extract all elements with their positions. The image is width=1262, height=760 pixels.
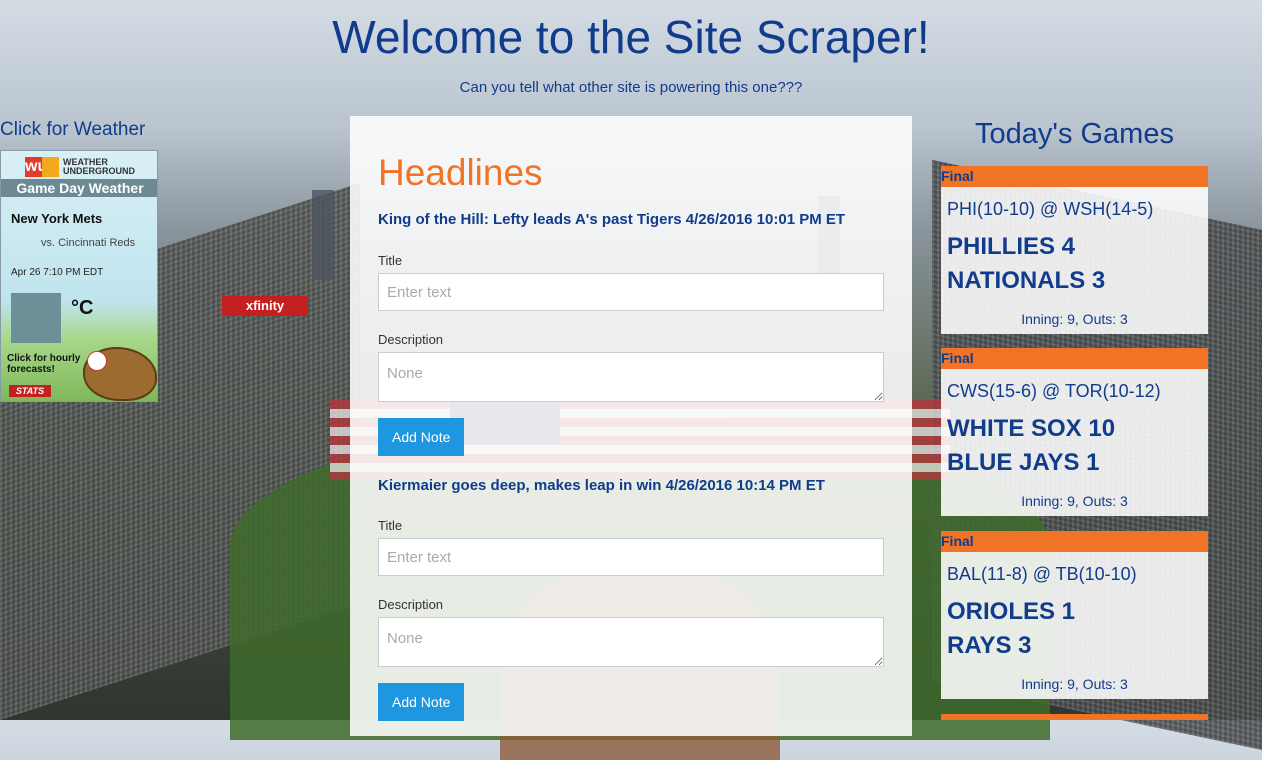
game-matchup: BAL(11-8) @ TB(10-10) <box>947 564 1137 584</box>
away-team-score: ORIOLES 1 <box>947 598 1076 625</box>
add-note-button[interactable]: Add Note <box>378 418 465 456</box>
wu-logo-letters: wu <box>25 157 48 177</box>
game-inning: Inning: 9, Outs: 3 <box>1021 676 1128 692</box>
title-input[interactable] <box>378 273 884 311</box>
game-card: Final PHI(10-10) @ WSH(14-5) PHILLIES 4 … <box>941 166 1208 348</box>
weather-underground-logo: wu WEATHER UNDERGROUND <box>25 157 135 177</box>
away-team-score: PHILLIES 4 <box>947 233 1076 260</box>
description-textarea[interactable] <box>378 617 884 667</box>
article-headline[interactable]: King of the Hill: Lefty leads A's past T… <box>378 211 886 228</box>
game-status: Final <box>941 166 1208 187</box>
home-team-score: NATIONALS 3 <box>947 267 1106 294</box>
game-status: Final <box>941 348 1208 369</box>
light-tower-left <box>312 190 334 280</box>
game-card: Final CWS(15-6) @ TOR(10-12) WHITE SOX 1… <box>941 348 1208 530</box>
game-card: Final BAL(11-8) @ TB(10-10) ORIOLES 1 RA… <box>941 531 1208 713</box>
weather-link[interactable]: Click for Weather <box>0 119 145 141</box>
description-label: Description <box>378 597 444 612</box>
article-2: Kiermaier goes deep, makes leap in win 4… <box>378 477 886 721</box>
headlines-heading: Headlines <box>378 152 543 193</box>
weather-widget[interactable]: wu WEATHER UNDERGROUND Game Day Weather … <box>0 150 158 402</box>
todays-games-heading: Today's Games <box>975 118 1174 150</box>
game-matchup: PHI(10-10) @ WSH(14-5) <box>947 199 1154 219</box>
wu-logo-icon: wu <box>25 157 59 177</box>
hourly-forecast-link[interactable]: Click for hourly forecasts! <box>7 353 87 375</box>
add-note-button[interactable]: Add Note <box>378 683 465 721</box>
description-label: Description <box>378 332 444 347</box>
game-matchup: CWS(15-6) @ TOR(10-12) <box>947 381 1161 401</box>
xfinity-sign: xfinity <box>222 296 308 316</box>
next-game-status-peek <box>941 714 1208 720</box>
article-headline[interactable]: Kiermaier goes deep, makes leap in win 4… <box>378 477 886 494</box>
game-status: Final <box>941 531 1208 552</box>
description-textarea[interactable] <box>378 352 884 402</box>
weather-datetime: Apr 26 7:10 PM EDT <box>11 267 104 278</box>
title-label: Title <box>378 518 403 533</box>
game-inning: Inning: 9, Outs: 3 <box>1021 493 1128 509</box>
baseball-icon <box>87 351 107 371</box>
away-team-score: WHITE SOX 10 <box>947 415 1116 442</box>
hourly-line1: Click for hourly <box>7 353 81 364</box>
weather-team: New York Mets <box>11 211 103 226</box>
page-subtitle: Can you tell what other site is powering… <box>459 79 803 96</box>
game-day-weather-banner: Game Day Weather <box>1 179 157 197</box>
stats-logo: STATS <box>9 385 51 397</box>
home-team-score: BLUE JAYS 1 <box>947 449 1100 476</box>
article-1: King of the Hill: Lefty leads A's past T… <box>378 211 886 456</box>
headlines-panel: Headlines King of the Hill: Lefty leads … <box>350 116 912 736</box>
home-team-score: RAYS 3 <box>947 632 1032 659</box>
hourly-line2: forecasts! <box>7 364 55 375</box>
weather-temperature: °C <box>71 297 94 319</box>
game-inning: Inning: 9, Outs: 3 <box>1021 311 1128 327</box>
title-label: Title <box>378 253 403 268</box>
weather-condition-icon <box>11 293 61 343</box>
weather-opponent: vs. Cincinnati Reds <box>41 237 136 249</box>
title-input[interactable] <box>378 538 884 576</box>
page-title: Welcome to the Site Scraper! <box>332 11 930 63</box>
wu-brand-line2: UNDERGROUND <box>63 166 135 176</box>
